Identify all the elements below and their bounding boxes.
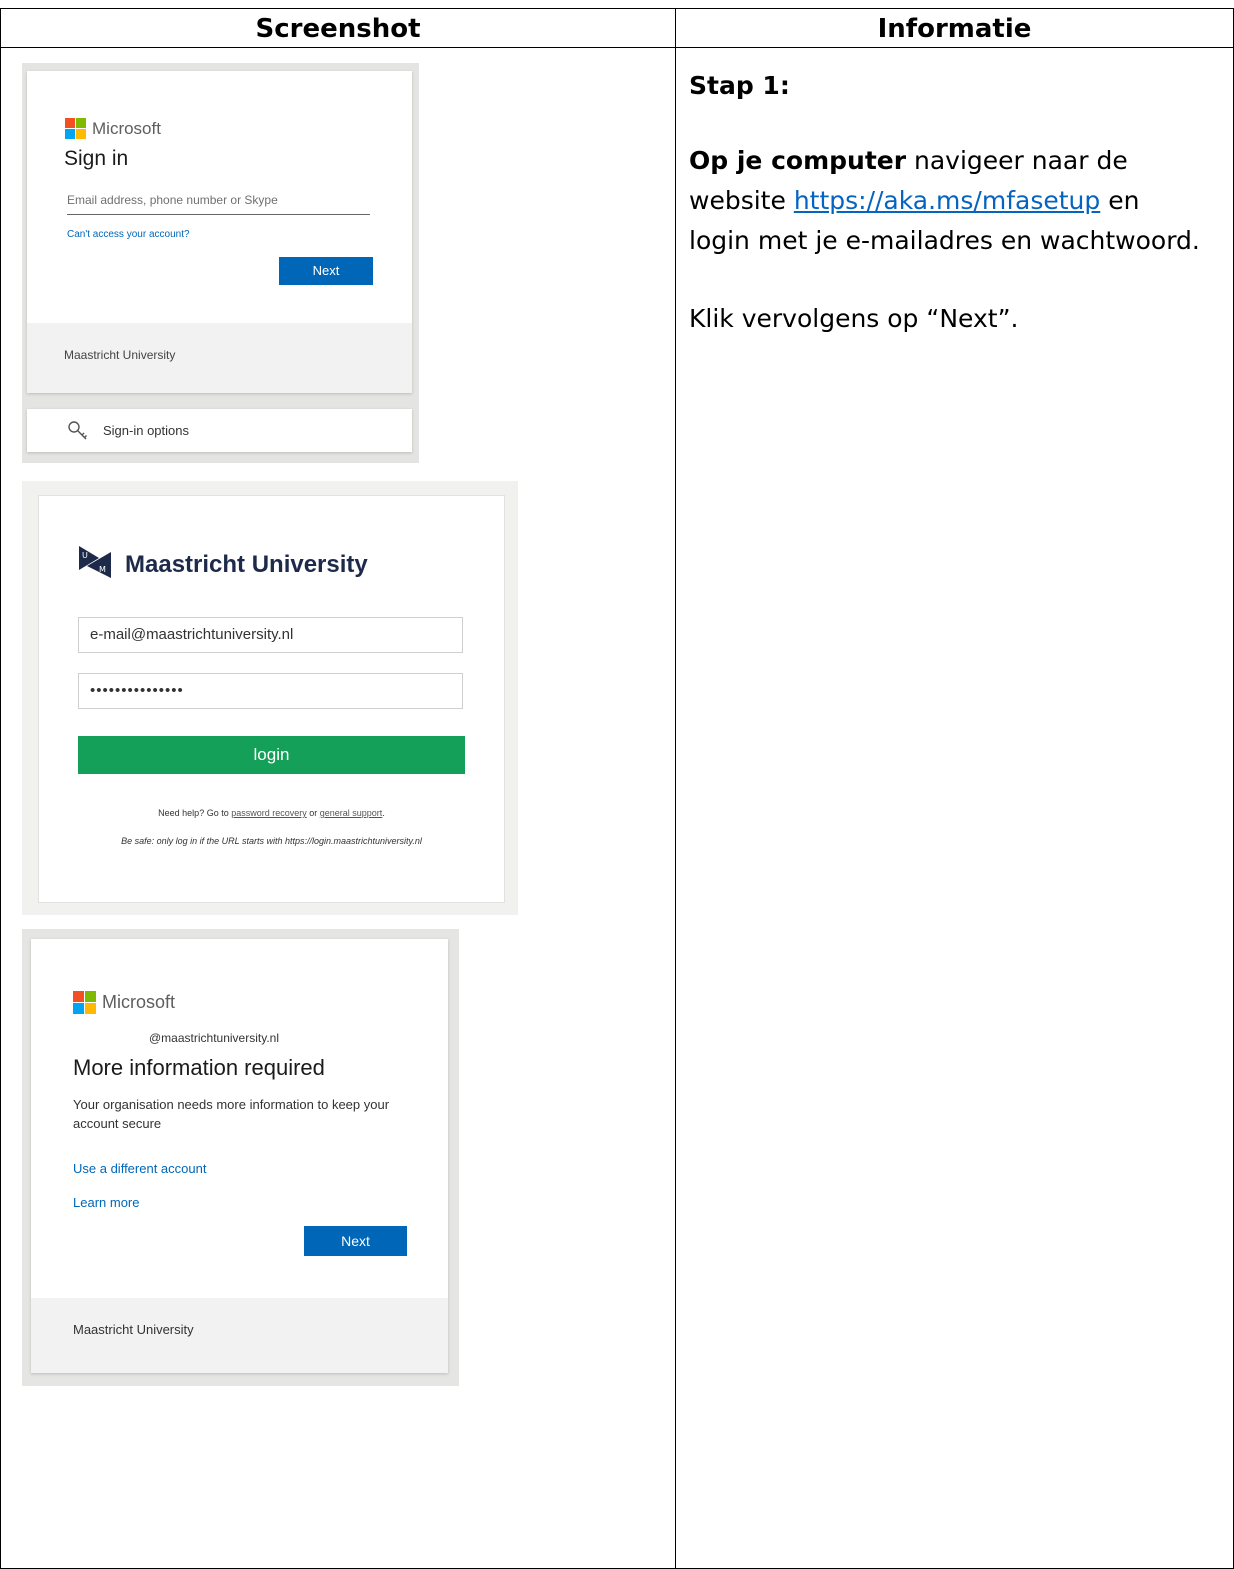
cut-off-heading-strip <box>0 0 1234 8</box>
university-title: Maastricht University <box>125 551 368 578</box>
um-logo-icon: U M <box>79 546 111 578</box>
brand-name: Microsoft <box>102 992 176 1012</box>
column-divider <box>675 9 676 1568</box>
org-footer: Maastricht University <box>31 1298 448 1373</box>
header-screenshot: Screenshot <box>255 14 421 44</box>
screenshot-um-login: U M Maastricht University e-mail@maastri… <box>22 481 518 915</box>
svg-text:M: M <box>99 565 106 574</box>
key-icon <box>68 421 87 440</box>
bold-lead: Op je computer <box>689 146 907 175</box>
learn-more-link[interactable]: Learn more <box>73 1195 139 1210</box>
next-button[interactable]: Next <box>279 257 373 285</box>
um-login-card: U M Maastricht University e-mail@maastri… <box>38 495 505 903</box>
more-info-title: More information required <box>73 1055 325 1080</box>
sign-in-options-button[interactable]: Sign-in options <box>27 409 412 452</box>
mfasetup-link[interactable]: https://aka.ms/mfasetup <box>794 186 1100 215</box>
safety-note: Be safe: only log in if the URL starts w… <box>121 836 422 846</box>
org-name: Maastricht University <box>73 1322 194 1337</box>
step-instructions: Op je computer navigeer naar de website … <box>689 146 1200 255</box>
general-support-link[interactable]: general support <box>320 808 383 818</box>
email-field[interactable]: e-mail@maastrichtuniversity.nl <box>78 617 463 653</box>
help-text: Need help? Go to password recovery or ge… <box>158 808 385 818</box>
email-input[interactable]: Email address, phone number or Skype <box>67 186 370 215</box>
next-instruction: Klik vervolgens op “Next”. <box>689 304 1019 333</box>
different-account-link[interactable]: Use a different account <box>73 1161 206 1176</box>
more-info-description: Your organisation needs more information… <box>73 1097 390 1131</box>
cant-access-link[interactable]: Can't access your account? <box>67 229 190 240</box>
brand-name: Microsoft <box>92 118 161 138</box>
org-name: Maastricht University <box>64 348 176 362</box>
sign-in-card: Microsoft Sign in Email address, phone n… <box>27 71 412 393</box>
header-informatie: Informatie <box>877 14 1032 44</box>
sign-in-options-label: Sign-in options <box>103 423 189 438</box>
microsoft-logo-icon <box>65 118 86 139</box>
microsoft-logo: Microsoft <box>65 118 161 139</box>
screenshot-more-info: Microsoft @maastrichtuniversity.nl More … <box>22 929 459 1386</box>
header-rule <box>1 47 1233 48</box>
password-recovery-link[interactable]: password recovery <box>231 808 307 818</box>
microsoft-logo: Microsoft <box>73 991 175 1014</box>
sign-in-title: Sign in <box>64 147 129 170</box>
more-info-card: Microsoft @maastrichtuniversity.nl More … <box>31 939 448 1373</box>
screenshot-ms-sign-in: Microsoft Sign in Email address, phone n… <box>22 63 419 463</box>
svg-text:U: U <box>82 551 88 560</box>
org-footer: Maastricht University <box>27 323 412 393</box>
next-button[interactable]: Next <box>304 1226 407 1256</box>
microsoft-logo-icon <box>73 991 96 1014</box>
password-field[interactable]: ••••••••••••••• <box>78 673 463 709</box>
step-heading: Stap 1: <box>689 71 790 100</box>
account-identity: @maastrichtuniversity.nl <box>149 1031 279 1045</box>
login-button[interactable]: login <box>78 736 465 774</box>
